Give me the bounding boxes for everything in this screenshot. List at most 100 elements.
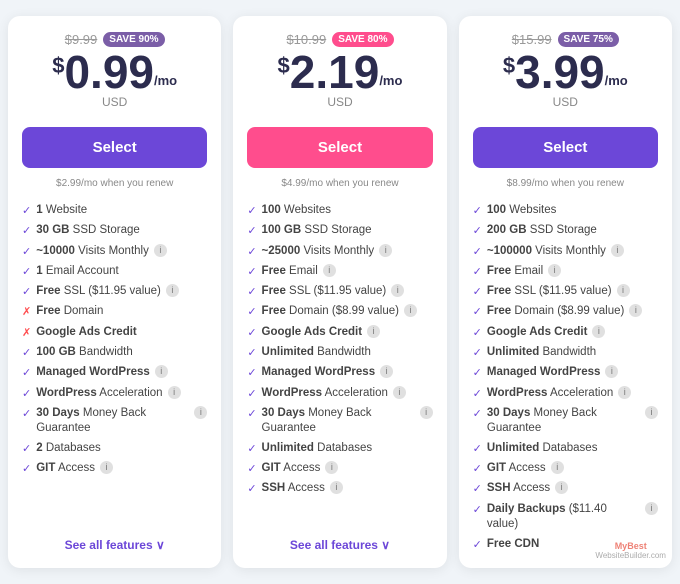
info-icon[interactable]: i [100,461,113,474]
check-icon: ✓ [473,442,482,456]
feature-item: ✓Unlimited Bandwidth [473,345,658,360]
info-icon[interactable]: i [555,481,568,494]
check-icon: ✓ [473,366,482,380]
feature-item: ✓ Unlimited Databases [473,441,658,456]
feature-item: ✓WordPress Accelerationi [247,386,432,401]
info-icon[interactable]: i [605,365,618,378]
feature-item: ✓SSH Accessi [473,481,658,496]
feature-text: Free SSL ($11.95 value) [36,284,161,299]
feature-item: ✓Managed WordPressi [247,365,432,380]
info-icon[interactable]: i [323,264,336,277]
check-icon: ✓ [247,326,256,340]
feature-item: ✓2 Databases [22,441,207,456]
check-icon: ✓ [247,346,256,360]
check-icon: ✓ [473,224,482,238]
check-icon: ✓ [473,387,482,401]
watermark: MyBestWebsiteBuilder.com [595,541,666,560]
feature-text: Managed WordPress [36,365,150,380]
info-icon[interactable]: i [548,264,561,277]
select-button-business[interactable]: Select [247,127,432,168]
check-icon: ✓ [247,462,256,476]
feature-item: ✓1 Email Account [22,264,207,279]
info-icon[interactable]: i [645,502,658,515]
info-icon[interactable]: i [155,365,168,378]
select-button-basic[interactable]: Select [22,127,207,168]
feature-text: Google Ads Credit [36,325,137,340]
feature-text: Unlimited Bandwidth [487,345,596,360]
feature-text: 100 GB Bandwidth [36,345,133,360]
check-icon: ✓ [473,503,482,517]
info-icon[interactable]: i [645,406,658,419]
usd-label: USD [247,95,432,109]
plan-card-premium: $15.99SAVE 75%$3.99/moUSDSelect$8.99/mo … [459,16,672,568]
info-icon[interactable]: i [393,386,406,399]
check-icon: ✓ [247,442,256,456]
feature-text: 100 Websites [262,203,331,218]
feature-item: ✓ 200 GB SSD Storage [473,223,658,238]
check-icon: ✓ [22,245,31,259]
feature-text: Free Email [487,264,543,279]
see-all-features-link[interactable]: See all features ∨ [22,528,207,552]
feature-text: Free Domain ($8.99 value) [487,304,624,319]
feature-item: ✓Free SSL ($11.95 value)i [247,284,432,299]
cross-icon: ✗ [22,326,31,340]
check-icon: ✓ [22,346,31,360]
info-icon[interactable]: i [325,461,338,474]
feature-item: ✓ Google Ads Credit i [473,325,658,340]
renew-text: $4.99/mo when you renew [247,178,432,189]
info-icon[interactable]: i [420,406,433,419]
info-icon[interactable]: i [611,244,624,257]
info-icon[interactable]: i [380,365,393,378]
feature-text: 200 GB SSD Storage [487,223,597,238]
feature-text: Daily Backups ($11.40 value) [487,502,640,532]
price-amount: 0.99 [64,49,154,95]
watermark-logo: MyBest [615,541,647,551]
check-icon: ✓ [473,265,482,279]
check-icon: ✓ [22,285,31,299]
see-all-features-link[interactable]: See all features ∨ [247,528,432,552]
feature-text: Google Ads Credit [487,325,588,340]
info-icon[interactable]: i [404,304,417,317]
feature-item: ✓ Unlimited Bandwidth [247,345,432,360]
feature-text: 30 GB SSD Storage [36,223,140,238]
info-icon[interactable]: i [618,386,631,399]
feature-item: ✓GIT Accessi [22,461,207,476]
feature-text: Free CDN [487,537,539,552]
price-amount: 2.19 [290,49,380,95]
plan-header-business: $10.99SAVE 80%$2.19/moUSD [247,32,432,115]
check-icon: ✓ [22,387,31,401]
info-icon[interactable]: i [391,284,404,297]
feature-item: ✓Free SSL ($11.95 value)i [473,284,658,299]
feature-text: 100 Websites [487,203,556,218]
select-button-premium[interactable]: Select [473,127,658,168]
check-icon: ✓ [473,538,482,552]
feature-text: SSH Access [262,481,325,496]
info-icon[interactable]: i [629,304,642,317]
info-icon[interactable]: i [154,244,167,257]
feature-item: ✓SSH Accessi [247,481,432,496]
info-icon[interactable]: i [168,386,181,399]
feature-text: Unlimited Databases [487,441,598,456]
feature-text: Managed WordPress [487,365,601,380]
check-icon: ✓ [473,326,482,340]
info-icon[interactable]: i [379,244,392,257]
feature-item: ✓~10000 Visits Monthlyi [22,244,207,259]
info-icon[interactable]: i [330,481,343,494]
check-icon: ✓ [22,224,31,238]
info-icon[interactable]: i [617,284,630,297]
check-icon: ✓ [247,366,256,380]
info-icon[interactable]: i [551,461,564,474]
plans-container: $9.99SAVE 90%$0.99/moUSDSelect$2.99/mo w… [8,16,672,568]
feature-text: Free Domain ($8.99 value) [262,304,399,319]
info-icon[interactable]: i [194,406,207,419]
feature-text: GIT Access [36,461,95,476]
info-icon[interactable]: i [367,325,380,338]
feature-item: ✓ 30 GB SSD Storage [22,223,207,238]
feature-item: ✓30 Days Money Back Guaranteei [22,406,207,436]
per-month-label: /mo [379,74,402,87]
feature-text: Free Email [262,264,318,279]
feature-text: Google Ads Credit [262,325,363,340]
feature-text: Unlimited Bandwidth [262,345,371,360]
info-icon[interactable]: i [166,284,179,297]
info-icon[interactable]: i [592,325,605,338]
